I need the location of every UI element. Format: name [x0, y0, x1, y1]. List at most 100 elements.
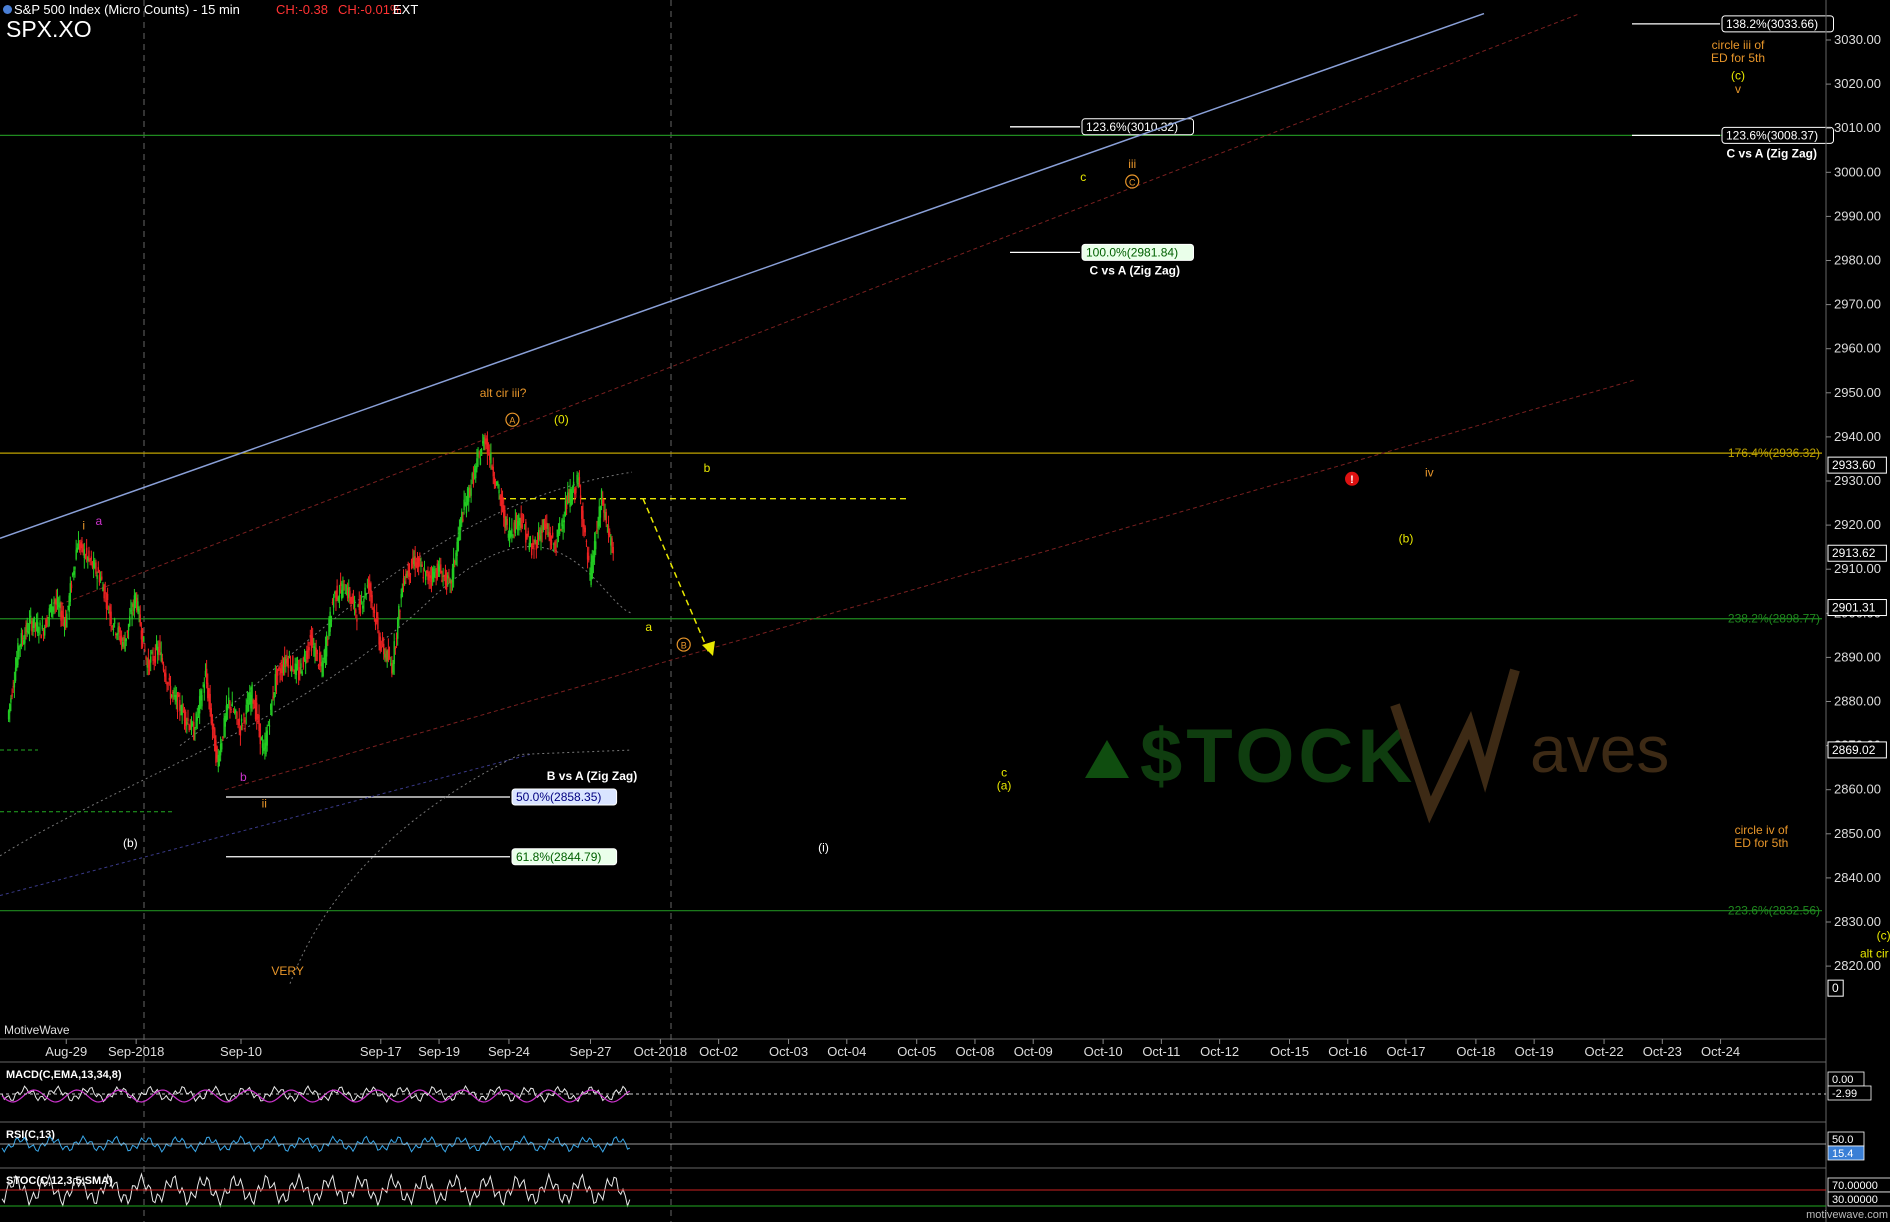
- indicator-name: STOC(C,12,3,5,SMA): [6, 1175, 113, 1187]
- candle-body: [96, 575, 98, 579]
- wave-label: (b): [1399, 532, 1414, 546]
- candle-body: [106, 593, 109, 601]
- candle-body: [260, 737, 263, 741]
- candle-body: [113, 618, 116, 624]
- candle-body: [193, 721, 195, 740]
- candle-body: [533, 548, 535, 550]
- wave-label: VERY: [271, 964, 303, 978]
- y-tick-label: 2850.00: [1834, 826, 1881, 841]
- candle-body: [158, 649, 160, 653]
- candle-body: [336, 585, 338, 600]
- candle-body: [110, 611, 112, 625]
- y-tick-label: 2860.00: [1834, 782, 1881, 797]
- indicator-tag-label: 50.0: [1832, 1134, 1853, 1146]
- candle-body: [462, 519, 464, 521]
- x-tick-label: Oct-23: [1643, 1044, 1682, 1059]
- wave-label: B: [681, 641, 687, 651]
- x-tick-label: Oct-08: [955, 1044, 994, 1059]
- x-tick-label: Oct-04: [827, 1044, 866, 1059]
- candle-body: [278, 667, 280, 669]
- candle-body: [130, 609, 132, 612]
- candle-body: [512, 535, 514, 537]
- candle-body: [9, 704, 11, 713]
- candle-body: [229, 701, 231, 710]
- candle-body: [599, 506, 602, 518]
- candle-body: [112, 628, 115, 630]
- wave-label: c: [1080, 170, 1086, 184]
- y-tick-label: 2880.00: [1834, 694, 1881, 709]
- y-tick-label: 2990.00: [1834, 208, 1881, 223]
- x-tick-label: Sep-17: [360, 1044, 402, 1059]
- candle-body: [259, 723, 261, 745]
- candle-body: [457, 536, 459, 552]
- candle-body: [549, 533, 552, 541]
- candle-body: [387, 649, 390, 661]
- candle-body: [383, 643, 385, 655]
- indicator-tag-label: 30.00000: [1832, 1194, 1878, 1206]
- candle-body: [74, 566, 76, 570]
- candle-body: [470, 488, 472, 496]
- x-tick-label: Oct-05: [897, 1044, 936, 1059]
- candle-body: [27, 631, 30, 633]
- candle-body: [525, 521, 527, 543]
- fib-callout-label: 50.0%(2858.35): [516, 790, 601, 804]
- candle-body: [287, 657, 289, 668]
- chart-canvas[interactable]: 176.4%(2936.32) 238.2%(2898.77) 223.6%(283…: [0, 0, 1890, 1222]
- candle-body: [563, 520, 565, 523]
- y-tick-label: 2910.00: [1834, 561, 1881, 576]
- indicator-tag-label: 15.4: [1832, 1148, 1853, 1160]
- candle-body: [322, 660, 324, 677]
- candle-body: [17, 643, 19, 665]
- candle-body: [52, 606, 54, 612]
- indicator-tag-label: -2.99: [1832, 1088, 1857, 1100]
- wave-labels-layer: i abii(b)VERYalt cir iii?A (0)baB(i)c(a)ci…: [82, 38, 1890, 978]
- fib-callout-caption: B vs A (Zig Zag): [547, 769, 637, 783]
- candle-body: [595, 541, 597, 550]
- candle-body: [222, 736, 224, 739]
- candle-body: [493, 477, 496, 484]
- candle-body: [37, 622, 39, 634]
- candle-body: [585, 540, 588, 542]
- candle-body: [205, 668, 208, 684]
- y-tick-label: 2830.00: [1834, 914, 1881, 929]
- candle-body: [299, 667, 301, 675]
- candle-body: [554, 541, 556, 550]
- candle-body: [70, 584, 73, 589]
- wave-label: A: [509, 416, 515, 426]
- candle-body: [605, 511, 607, 523]
- channel-lower-line: [224, 379, 1637, 791]
- candle-body: [304, 659, 307, 664]
- candle-body: [316, 649, 319, 655]
- y-tick-label: 2920.00: [1834, 517, 1881, 532]
- candle-body: [433, 572, 435, 582]
- candle-body: [398, 605, 400, 621]
- candle-body: [393, 641, 395, 665]
- candle-body: [239, 726, 242, 736]
- brand-right-label: motivewave.com: [1806, 1209, 1888, 1221]
- candle-body: [143, 636, 145, 642]
- candle-body: [24, 634, 26, 644]
- candle-body: [423, 569, 426, 571]
- wave-label: c: [1001, 765, 1007, 779]
- candle-body: [560, 529, 562, 531]
- candle-body: [85, 547, 88, 555]
- price-axis-layer[interactable]: 2820.002830.002840.002850.002860.002870.…: [1825, 0, 1887, 1222]
- candle-body: [30, 615, 32, 617]
- candle-body: [532, 542, 534, 546]
- candle-body: [582, 510, 584, 527]
- projection-arrow-head-icon: [702, 640, 715, 656]
- x-tick-label: Oct-24: [1701, 1044, 1740, 1059]
- x-tick-label: Sep-10: [220, 1044, 262, 1059]
- candle-body: [186, 722, 188, 724]
- candle-body: [238, 718, 240, 726]
- candle-body: [47, 617, 49, 619]
- wave-label: (i): [818, 840, 829, 854]
- wave-label: (0): [554, 413, 569, 427]
- fib-callout-label: 123.6%(3008.37): [1726, 128, 1818, 142]
- candle-body: [476, 458, 478, 469]
- candle-body: [584, 527, 586, 533]
- fib-callout-caption: C vs A (Zig Zag): [1090, 263, 1180, 277]
- candle-body: [409, 573, 412, 575]
- x-tick-label: Aug-29: [45, 1044, 87, 1059]
- candle-body: [426, 570, 428, 574]
